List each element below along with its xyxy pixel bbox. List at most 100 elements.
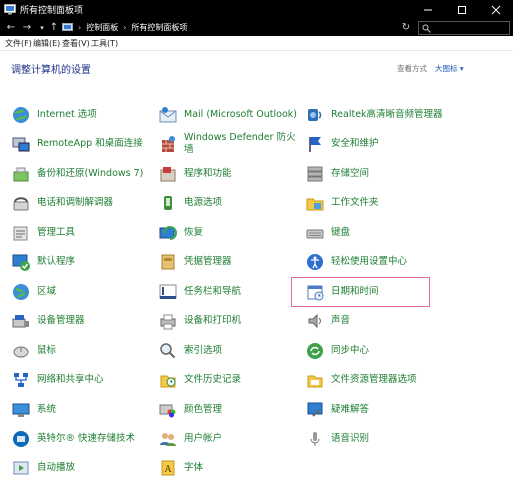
control-panel-item[interactable]: 英特尔® 快速存储技术 xyxy=(11,427,146,451)
firewall-icon xyxy=(162,136,175,153)
view-by-dropdown[interactable]: 大图标 ▾ xyxy=(435,63,464,74)
maximize-button[interactable] xyxy=(445,0,479,20)
close-button[interactable] xyxy=(479,0,513,20)
breadcrumb-control-panel[interactable]: 控制面板 xyxy=(86,22,118,33)
control-panel-item[interactable]: 程序和功能 xyxy=(158,162,293,186)
control-panel-item[interactable]: RemoteApp 和桌面连接 xyxy=(11,132,146,156)
users-icon xyxy=(160,432,176,446)
control-panel-item[interactable]: 索引选项 xyxy=(158,339,293,363)
control-panel-item[interactable]: 恢复 xyxy=(158,221,293,245)
control-panel-item[interactable]: 设备管理器 xyxy=(11,309,146,333)
control-panel-item[interactable]: 电源选项 xyxy=(158,191,293,215)
control-panel-item-label: Internet 选项 xyxy=(37,109,97,120)
control-panel-item-label: 设备管理器 xyxy=(37,315,85,327)
control-panel-item[interactable]: Internet 选项 xyxy=(11,103,146,127)
globe-icon xyxy=(13,107,29,123)
mail-icon xyxy=(159,107,177,123)
control-panel-item[interactable]: 自动播放 xyxy=(11,456,146,480)
control-panel-item[interactable]: 凭据管理器 xyxy=(158,250,293,274)
backup-icon xyxy=(13,167,29,182)
control-panel-item[interactable]: 任务栏和导航 xyxy=(158,280,293,304)
breadcrumb-all-items[interactable]: 所有控制面板项 xyxy=(131,22,187,33)
control-panel-item[interactable]: 区域 xyxy=(11,280,146,304)
control-panel-item[interactable]: Mail (Microsoft Outlook) xyxy=(158,103,297,127)
control-panel-item-label: 字体 xyxy=(184,462,204,474)
control-panel-item-label: 文件资源管理器选项 xyxy=(331,374,417,386)
search-input[interactable] xyxy=(418,21,510,35)
control-panel-item[interactable]: 设备和打印机 xyxy=(158,309,293,333)
control-panel-item[interactable]: 同步中心 xyxy=(305,339,440,363)
troubleshoot-icon xyxy=(307,402,323,417)
control-panel-item-label: 存储空间 xyxy=(331,167,370,179)
sync-icon xyxy=(307,342,323,359)
control-panel-item[interactable]: 用户帐户 xyxy=(158,427,293,451)
control-panel-item-label: 声音 xyxy=(331,315,351,327)
menu-view[interactable]: 查看(V) xyxy=(62,38,90,49)
default-programs-icon xyxy=(12,254,30,272)
control-panel-item[interactable]: 默认程序 xyxy=(11,250,146,274)
recent-locations-icon[interactable]: ▾ xyxy=(36,20,48,36)
control-panel-item-label: 网络和共享中心 xyxy=(37,374,104,386)
minimize-button[interactable] xyxy=(411,0,445,20)
control-panel-item[interactable]: 网络和共享中心 xyxy=(11,368,146,392)
control-panel-item-label: 疑难解答 xyxy=(331,403,370,415)
font-icon: A xyxy=(161,460,175,476)
control-panel-item[interactable]: Windows Defender 防火墙 xyxy=(158,132,296,156)
control-panel-icon xyxy=(4,4,16,15)
speaker-icon xyxy=(308,313,321,329)
control-panel-item[interactable]: 轻松使用设置中心 xyxy=(305,250,440,274)
control-panel-item-label: 程序和功能 xyxy=(184,167,232,179)
menu-bar: 文件(F) 编辑(E) 查看(V) 工具(T) xyxy=(0,36,513,51)
taskbar-icon xyxy=(159,284,177,299)
svg-text:A: A xyxy=(164,465,172,475)
page-title: 调整计算机的设置 xyxy=(11,65,91,76)
control-panel-item[interactable]: 疑难解答 xyxy=(305,398,440,422)
control-panel-item[interactable]: 安全和维护 xyxy=(305,132,440,156)
menu-edit[interactable]: 编辑(E) xyxy=(33,38,60,49)
control-panel-item-label: 恢复 xyxy=(184,226,204,238)
control-panel-item[interactable]: 电话和调制解调器 xyxy=(11,191,146,215)
control-panel-item[interactable]: 存储空间 xyxy=(305,162,440,186)
title-bar: 所有控制面板项 xyxy=(0,0,513,20)
control-panel-item[interactable]: 文件历史记录 xyxy=(158,368,293,392)
control-panel-item[interactable]: 工作文件夹 xyxy=(305,191,440,215)
control-panel-item[interactable]: 管理工具 xyxy=(11,221,146,245)
breadcrumb: › 控制面板 › 所有控制面板项 xyxy=(62,22,187,33)
control-panel-item[interactable]: 键盘 xyxy=(305,221,440,245)
refresh-icon[interactable]: ↻ xyxy=(399,20,413,36)
region-icon xyxy=(13,283,29,300)
view-by-label: 查看方式 xyxy=(397,64,427,73)
control-panel-item[interactable]: 文件资源管理器选项 xyxy=(305,368,440,392)
control-panel-item[interactable]: 鼠标 xyxy=(11,339,146,363)
autoplay-icon xyxy=(13,461,29,475)
control-panel-item[interactable]: 备份和还原(Windows 7) xyxy=(11,162,146,186)
control-panel-item[interactable]: 颜色管理 xyxy=(158,398,293,422)
control-panel-item[interactable]: 声音 xyxy=(305,309,440,333)
forward-icon[interactable]: → xyxy=(21,20,33,36)
search-icon xyxy=(422,24,431,33)
file-history-icon xyxy=(160,375,176,388)
flag-icon xyxy=(309,137,321,153)
control-panel-item-label: 语音识别 xyxy=(331,432,370,444)
phone-icon xyxy=(13,197,29,211)
control-panel-item[interactable]: Realtek高清晰音频管理器 xyxy=(305,103,443,127)
address-bar: ← → ▾ ↑ › 控制面板 › 所有控制面板项 ↻ xyxy=(0,20,513,36)
control-panel-item-label: 工作文件夹 xyxy=(331,197,379,209)
control-panel-item[interactable]: 系统 xyxy=(11,398,146,422)
control-panel-item[interactable]: A 字体 xyxy=(158,456,293,480)
close-icon xyxy=(491,5,501,15)
control-panel-item-label: Realtek高清晰音频管理器 xyxy=(331,109,443,120)
control-panel-item-label: 同步中心 xyxy=(331,344,370,356)
network-icon xyxy=(14,373,28,388)
explorer-options-icon xyxy=(307,375,323,388)
control-panel-item[interactable]: 日期和时间 xyxy=(305,280,440,304)
control-panel-item-label: 用户帐户 xyxy=(184,432,223,444)
up-icon[interactable]: ↑ xyxy=(48,20,60,36)
control-panel-item[interactable]: 语音识别 xyxy=(305,427,440,451)
menu-file[interactable]: 文件(F) xyxy=(5,38,32,49)
intel-storage-icon xyxy=(13,430,29,447)
back-icon[interactable]: ← xyxy=(5,20,17,36)
menu-tools[interactable]: 工具(T) xyxy=(91,38,118,49)
control-panel-item-label: 英特尔® 快速存储技术 xyxy=(37,432,136,444)
ease-of-access-icon xyxy=(307,254,323,271)
